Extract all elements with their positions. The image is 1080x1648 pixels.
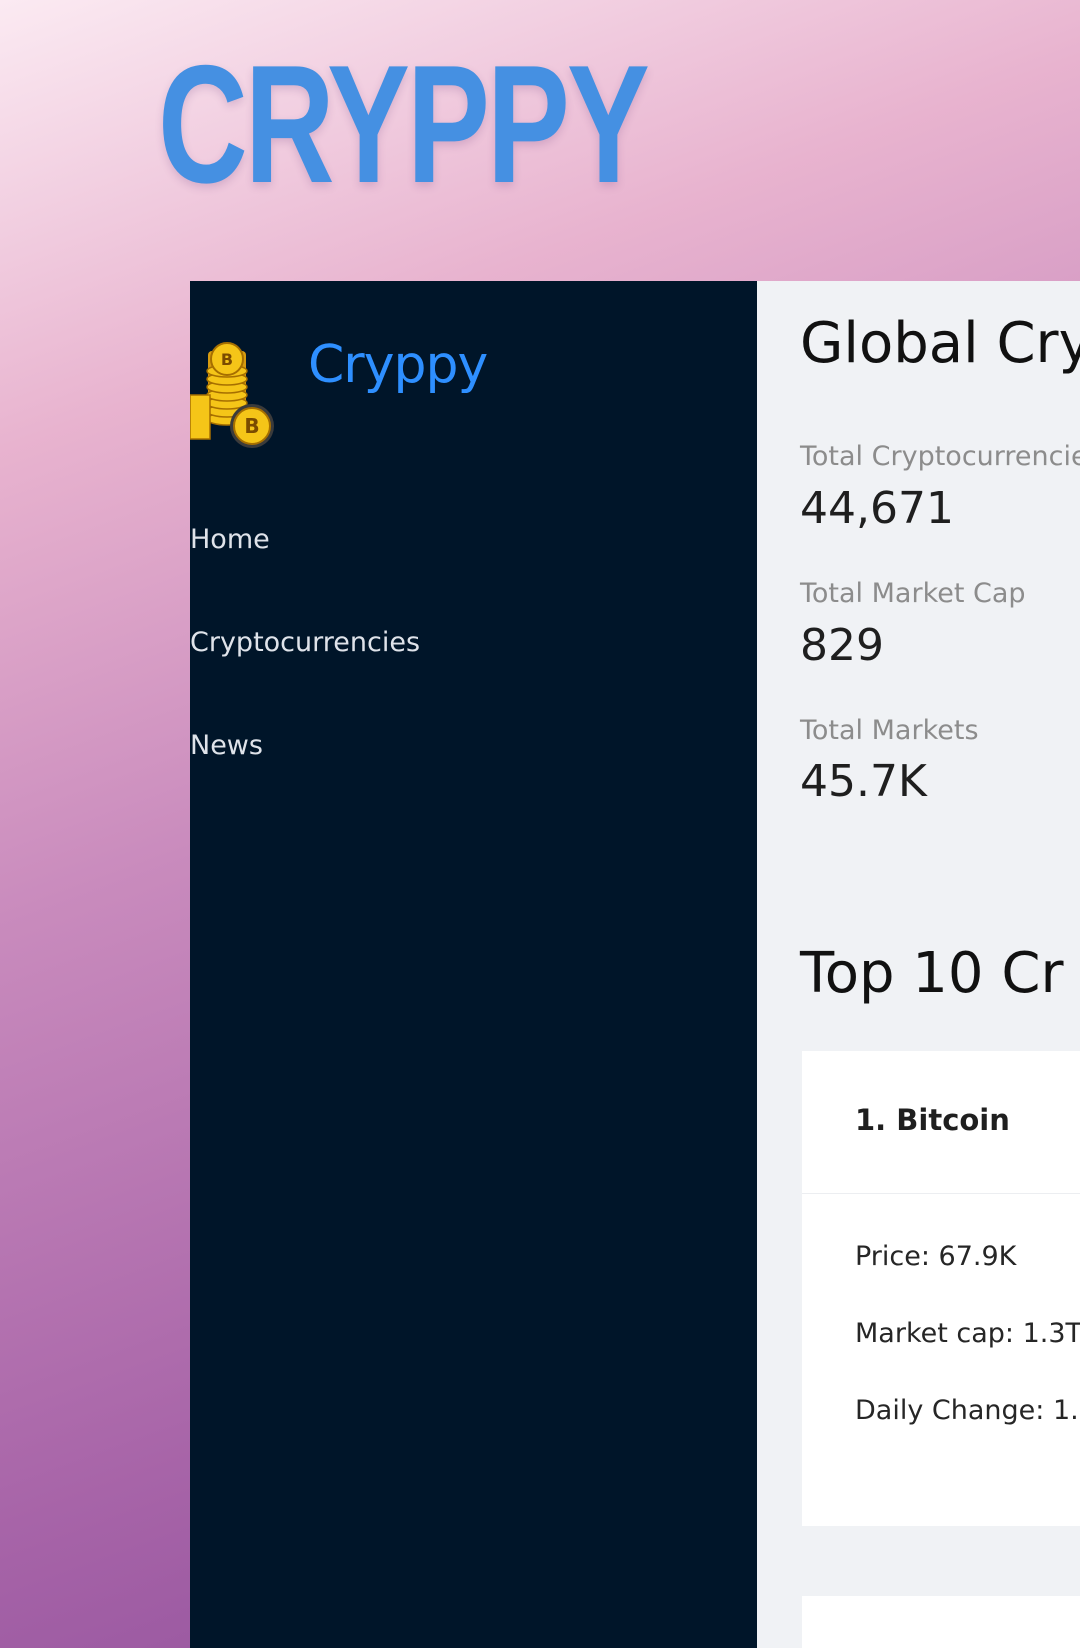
sidebar: B B Cryppy Home Cryptocurrencies News xyxy=(190,281,757,1648)
top-cryptos-heading: Top 10 Cr xyxy=(800,941,1064,1006)
sidebar-item-cryptocurrencies[interactable]: Cryptocurrencies xyxy=(190,629,420,732)
stat-title-total-markets: Total Markets xyxy=(800,715,979,746)
promo-title: CRYPPY xyxy=(158,30,650,218)
global-stats-heading: Global Cry xyxy=(800,311,1080,376)
crypto-price: Price: 67.9K xyxy=(855,1241,1017,1272)
stat-title-total-cryptocurrencies: Total Cryptocurrencie xyxy=(800,441,1080,472)
app-window: B B Cryppy Home Cryptocurrencies News Gl… xyxy=(190,281,1080,1648)
stat-title-total-market-cap: Total Market Cap xyxy=(800,578,1026,609)
stat-value-total-markets: 45.7K xyxy=(800,756,927,807)
bitcoin-coins-icon: B B xyxy=(190,331,280,451)
stat-value-total-cryptocurrencies: 44,671 xyxy=(800,483,954,534)
sidebar-menu: Home Cryptocurrencies News xyxy=(190,526,420,835)
crypto-card-header: 1. Bitcoin xyxy=(802,1051,1080,1194)
main-content: Global Cry Total Cryptocurrencie 44,671 … xyxy=(757,281,1080,1648)
crypto-card-next[interactable] xyxy=(802,1596,1080,1648)
crypto-market-cap: Market cap: 1.3T xyxy=(855,1318,1080,1349)
sidebar-item-home[interactable]: Home xyxy=(190,526,420,629)
crypto-daily-change: Daily Change: 1.3 xyxy=(855,1395,1080,1426)
brand-title[interactable]: Cryppy xyxy=(308,335,488,395)
svg-text:B: B xyxy=(244,414,259,438)
sidebar-item-news[interactable]: News xyxy=(190,732,420,835)
crypto-card[interactable]: 1. Bitcoin Price: 67.9K Market cap: 1.3T… xyxy=(802,1051,1080,1526)
stat-value-total-market-cap: 829 xyxy=(800,620,884,671)
crypto-card-title: 1. Bitcoin xyxy=(855,1103,1010,1137)
svg-text:B: B xyxy=(221,350,233,369)
